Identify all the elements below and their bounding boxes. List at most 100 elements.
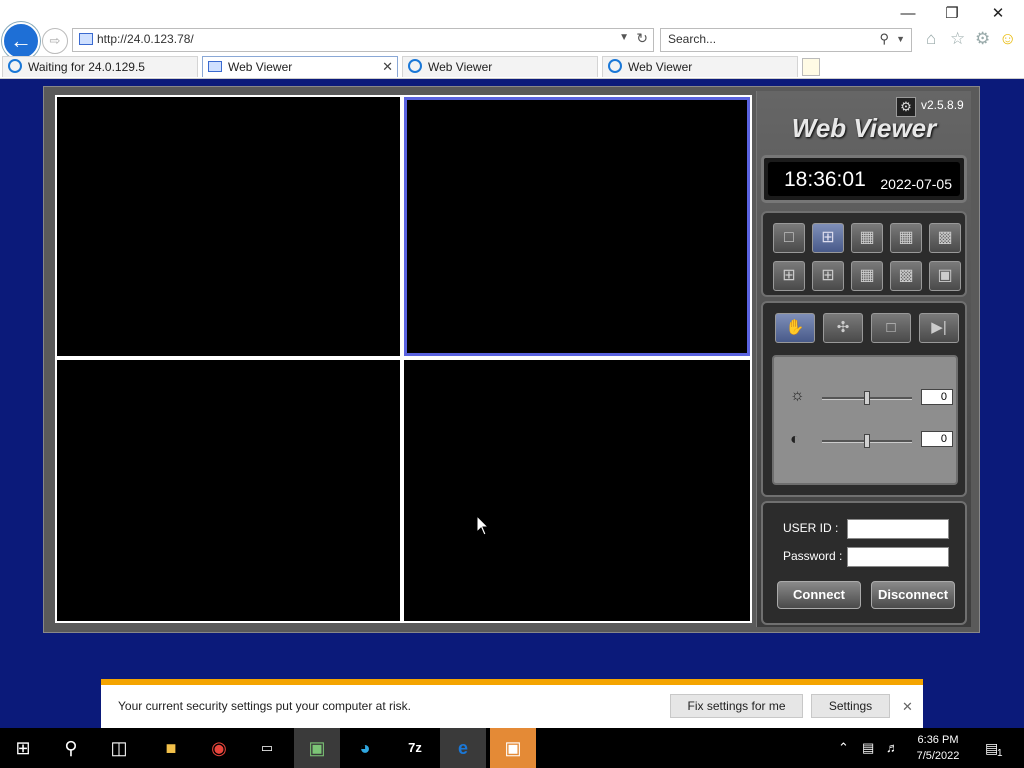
home-icon[interactable]: ⌂ <box>926 29 936 49</box>
fix-settings-button[interactable]: Fix settings for me <box>670 694 803 718</box>
network-icon[interactable]: ▤ <box>862 740 874 756</box>
browser-chrome: — ❐ ✕ ← ⇨ http://24.0.123.78/ ▼ ↻ Search… <box>0 0 1024 79</box>
password-label: Password : <box>783 549 843 563</box>
restore-icon[interactable]: ❐ <box>937 4 967 24</box>
clock-display: 18:36:01 2022-07-05 <box>761 155 967 203</box>
contrast-slider-thumb[interactable] <box>864 434 870 448</box>
tab-web-viewer-2[interactable]: Web Viewer <box>402 56 598 77</box>
web-viewer-app-icon[interactable]: ▣ <box>490 728 536 768</box>
favorites-star-icon[interactable]: ☆ <box>950 29 965 49</box>
layout-buttons: □ ⊞ ▦ ▦ ▩ ⊞ ⊞ ▦ ▩ ▣ <box>761 211 967 297</box>
notification-message: Your current security settings put your … <box>118 699 412 713</box>
viewer-logo: Web Viewer <box>791 113 937 143</box>
task-view-icon[interactable]: ◫ <box>96 728 142 768</box>
ie-icon <box>8 59 22 73</box>
close-window-icon[interactable]: ✕ <box>983 4 1013 24</box>
login-panel: USER ID : Password : Connect Disconnect <box>761 501 967 625</box>
camera-view-2[interactable] <box>404 97 750 356</box>
layout-13-split-button[interactable]: ▩ <box>890 261 922 291</box>
clock-date: 2022-07-05 <box>880 176 952 192</box>
security-notification-bar: Your current security settings put your … <box>101 679 923 728</box>
smiley-feedback-icon[interactable]: ☺ <box>999 29 1016 49</box>
layout-10-split-button[interactable]: ▦ <box>851 261 883 291</box>
address-url[interactable]: http://24.0.123.78/ <box>97 32 194 46</box>
brightness-value[interactable]: 0 <box>921 389 953 405</box>
refresh-icon[interactable]: ↻ <box>636 30 648 47</box>
network-tool-icon[interactable]: ▣ <box>294 728 340 768</box>
settings-button[interactable]: Settings <box>811 694 890 718</box>
close-tab-icon[interactable]: ✕ <box>382 57 393 77</box>
site-icon <box>79 33 93 45</box>
version-label: v2.5.8.9 <box>921 98 964 112</box>
search-placeholder[interactable]: Search... <box>668 32 716 46</box>
camera-view-4[interactable] <box>404 360 750 621</box>
monitor-icon <box>208 61 222 72</box>
ie-icon <box>408 59 422 73</box>
address-dropdown-icon[interactable]: ▼ <box>619 32 629 43</box>
back-button[interactable]: ← <box>2 22 40 60</box>
tab-label: Web Viewer <box>228 60 293 74</box>
search-dropdown-icon[interactable]: ▼ <box>896 34 905 44</box>
layout-4x4-button[interactable]: ▦ <box>890 223 922 253</box>
minimize-icon[interactable]: — <box>893 4 923 24</box>
disconnect-button[interactable]: Disconnect <box>871 581 955 609</box>
hand-pointer-icon[interactable]: ✋ <box>775 313 815 343</box>
chrome-icon[interactable]: ◉ <box>196 728 242 768</box>
ptz-move-icon[interactable]: ✣ <box>823 313 863 343</box>
search-icon[interactable]: ⚲ <box>879 31 889 47</box>
tab-label: Waiting for 24.0.129.5 <box>28 60 145 74</box>
layout-5x5-button[interactable]: ▩ <box>929 223 961 253</box>
web-viewer: ⚙ v2.5.8.9 Web Viewer 18:36:01 2022-07-0… <box>43 86 980 633</box>
internet-explorer-icon[interactable]: e <box>440 728 486 768</box>
camera-view-1[interactable] <box>57 97 400 356</box>
brightness-icon: ☼ <box>790 387 805 404</box>
image-controls: ✋ ✣ □ ▶| ☼ 0 ◐ 0 <box>761 301 967 497</box>
user-id-input[interactable] <box>847 519 949 539</box>
tab-label: Web Viewer <box>628 60 693 74</box>
forward-button[interactable]: ⇨ <box>42 28 68 54</box>
taskbar-clock[interactable]: 6:36 PM 7/5/2022 <box>906 732 970 764</box>
tab-web-viewer-3[interactable]: Web Viewer <box>602 56 798 77</box>
show-hidden-icons-icon[interactable]: ⌃ <box>838 740 849 756</box>
layout-2x2-button[interactable]: ⊞ <box>812 223 844 253</box>
new-tab-button[interactable] <box>802 58 820 76</box>
tab-strip: Waiting for 24.0.129.5 Web Viewer ✕ Web … <box>0 56 1024 79</box>
contrast-slider[interactable] <box>822 434 912 448</box>
volume-icon[interactable]: ♬ <box>886 740 899 755</box>
layout-6-split-button[interactable]: ⊞ <box>773 261 805 291</box>
7zip-icon[interactable]: 7z <box>392 728 438 768</box>
layout-8-split-button[interactable]: ⊞ <box>812 261 844 291</box>
skip-next-icon[interactable]: ▶| <box>919 313 959 343</box>
alarm-bell-icon[interactable]: □ <box>871 313 911 343</box>
gear-icon[interactable]: ⚙ <box>975 29 990 49</box>
search-box[interactable]: Search... ⚲ ▼ <box>660 28 912 52</box>
address-bar[interactable]: http://24.0.123.78/ ▼ ↻ <box>72 28 654 52</box>
brightness-slider[interactable] <box>822 391 912 405</box>
snapshot-icon[interactable]: ▣ <box>929 261 961 291</box>
layout-3x3-button[interactable]: ▦ <box>851 223 883 253</box>
edge-icon[interactable]: ◕ <box>342 728 388 768</box>
mouse-cursor-icon <box>476 515 490 536</box>
search-icon[interactable]: ⚲ <box>48 728 94 768</box>
brightness-slider-thumb[interactable] <box>864 391 870 405</box>
video-grid <box>55 95 752 623</box>
tab-web-viewer-active[interactable]: Web Viewer ✕ <box>202 56 398 77</box>
command-prompt-icon[interactable]: ▭ <box>244 728 290 768</box>
adjust-panel: ☼ 0 ◐ 0 <box>772 355 958 485</box>
close-notification-icon[interactable]: ✕ <box>902 699 913 715</box>
contrast-value[interactable]: 0 <box>921 431 953 447</box>
taskbar: ⊞ ⚲ ◫ ■ ◉ ▭ ▣ ◕ 7z e ▣ ⌃ ▤ ♬ 6:36 PM 7/5… <box>0 728 1024 768</box>
contrast-icon: ◐ <box>790 431 800 448</box>
windows-start-icon[interactable]: ⊞ <box>0 728 46 768</box>
password-input[interactable] <box>847 547 949 567</box>
file-explorer-icon[interactable]: ■ <box>148 728 194 768</box>
tab-label: Web Viewer <box>428 60 493 74</box>
user-id-label: USER ID : <box>783 521 839 535</box>
layout-1x1-button[interactable]: □ <box>773 223 805 253</box>
camera-view-3[interactable] <box>57 360 400 621</box>
title-bar: — ❐ ✕ <box>0 0 1024 26</box>
connect-button[interactable]: Connect <box>777 581 861 609</box>
tab-waiting[interactable]: Waiting for 24.0.129.5 <box>2 56 198 77</box>
control-panel: ⚙ v2.5.8.9 Web Viewer 18:36:01 2022-07-0… <box>756 91 971 627</box>
taskbar-date: 7/5/2022 <box>916 750 960 762</box>
